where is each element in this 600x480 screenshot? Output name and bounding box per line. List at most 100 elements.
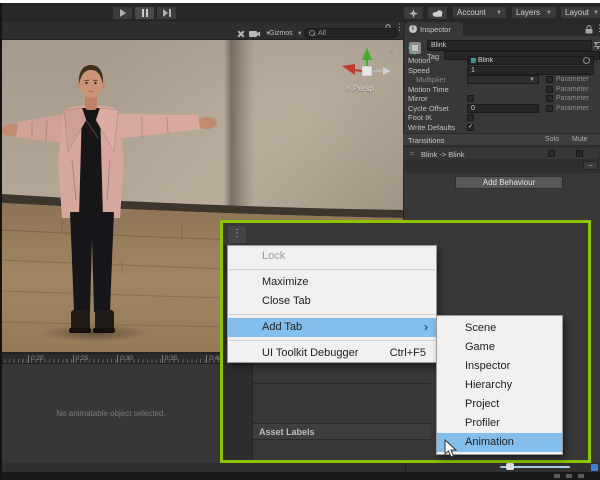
parameter-label: Parameter [556,105,589,112]
ruler-label: 0:30 [120,355,133,362]
state-name-field[interactable]: Blink [427,40,592,51]
multiplier-dropdown[interactable]: ▼ [467,75,539,84]
submenu-item-label: Game [465,341,495,353]
ruler-major-tick [117,355,119,363]
chevron-down-icon: ▼ [529,76,535,83]
menu-item-maximize[interactable]: Maximize [228,273,436,292]
menu-item-ui-toolkit-debugger[interactable]: UI Toolkit Debugger Ctrl+F5 [228,344,436,363]
status-icon[interactable] [554,474,560,478]
mirror-parameter-checkbox[interactable] [546,95,553,102]
cycle-offset-value: 0 [471,105,475,112]
submenu-item-label: Scene [465,322,497,334]
object-picker-icon[interactable] [583,57,590,64]
submenu-item-label: Profiler [465,417,500,429]
parameter-label: Parameter [556,95,589,102]
tab-inspector[interactable]: i Inspector [405,22,463,36]
layers-dropdown[interactable]: Layers ▼ [511,6,557,19]
inspector-row-write-defaults: Write Defaults ✓ [403,123,600,132]
menu-item-add-tab[interactable]: Add Tab › [228,318,436,337]
parameter-label: Parameter [556,76,589,83]
write-defaults-checkbox[interactable]: ✓ [467,124,474,131]
status-icon[interactable] [566,474,572,478]
animation-timeline-ruler[interactable]: 0:20 0:25 0:30 0:35 0:40 [0,352,222,364]
persp-label[interactable]: < Persp [346,84,374,93]
submenu-item-inspector[interactable]: Inspector [437,357,562,376]
info-icon: i [409,25,417,33]
chevron-down-icon: ▼ [546,9,552,16]
submenu-item-project[interactable]: Project [437,395,562,414]
menu-item-label: Maximize [262,276,309,288]
add-behaviour-label: Add Behaviour [482,178,536,187]
menu-item-lock: Lock [228,247,436,266]
menu-item-shortcut: Ctrl+F5 [389,347,426,359]
mute-column-label: Mute [572,136,588,143]
submenu-arrow-icon: › [424,320,428,334]
panel-kebab-menu-button[interactable]: ⋮ [228,226,246,243]
solo-column-label: Solo [545,136,560,143]
motion-field[interactable]: Blink [467,56,594,65]
character-model [2,65,217,333]
chevron-down-icon: ▼ [593,9,599,16]
submenu-item-label: Project [465,398,500,410]
play-button[interactable] [112,6,133,20]
transition-row[interactable]: = Blink -> Blink [404,148,599,159]
animation-clip-icon [471,58,476,63]
ruler-label: 0:20 [31,355,44,362]
row-label: Motion Time [408,85,449,94]
row-label: Mirror [408,94,428,103]
context-menu: Lock Maximize Close Tab Add Tab › UI Too… [227,245,437,363]
row-label: Multiplier [416,75,447,84]
transitions-list: = Blink -> Blink − [403,146,600,173]
gizmos-dropdown[interactable]: Gizmos ▼ [269,28,303,39]
lock-icon[interactable] [585,25,593,34]
menu-item-label: Lock [262,250,286,262]
menu-separator [229,269,435,270]
cycle-offset-parameter-checkbox[interactable] [546,105,553,112]
ruler-major-tick [161,355,163,363]
undo-history-button[interactable] [403,6,424,20]
menu-item-close-tab[interactable]: Close Tab [228,292,436,311]
account-dropdown[interactable]: Account ▼ [452,6,507,19]
status-icon[interactable] [578,474,584,478]
camera-icon[interactable] [249,30,260,38]
multiplier-parameter-checkbox[interactable] [546,76,553,83]
submenu-item-game[interactable]: Game [437,338,562,357]
mute-checkbox[interactable] [576,150,583,157]
submenu-item-scene[interactable]: Scene [437,319,562,338]
animation-panel: No animatable object selected. [0,364,222,463]
remove-transition-button[interactable]: − [583,161,598,170]
foot-ik-checkbox[interactable] [467,114,474,121]
scene-search-input[interactable]: All [304,28,398,38]
asset-labels-header[interactable]: Asset Labels [253,423,431,440]
pause-button[interactable] [134,6,155,20]
zoom-slider-thumb[interactable] [506,463,514,470]
submenu-item-hierarchy[interactable]: Hierarchy [437,376,562,395]
divider [405,463,406,472]
speed-field[interactable]: 1 [467,66,594,75]
parameter-label: Parameter [556,86,589,93]
submenu-item-profiler[interactable]: Profiler [437,414,562,433]
collab-badge-icon[interactable] [591,464,598,471]
motion-time-parameter-checkbox[interactable] [546,86,553,93]
row-label: Foot IK [408,113,433,122]
kebab-menu-icon[interactable]: ⋮ [595,23,600,34]
layout-dropdown[interactable]: Layout ▼ [560,6,600,19]
account-label: Account [457,8,486,17]
pause-icon [141,9,148,17]
row-label: Motion [408,56,431,65]
solo-checkbox[interactable] [548,150,555,157]
presets-icon[interactable] [594,41,600,50]
gizmos-label: Gizmos [269,30,293,37]
inspector-tabbar: i Inspector ⋮ [403,22,600,36]
animation-empty-message: No animatable object selected. [56,409,166,418]
mirror-checkbox[interactable] [467,95,474,102]
drag-handle-icon[interactable]: = [410,149,414,158]
add-behaviour-button[interactable]: Add Behaviour [455,176,563,189]
cloud-services-button[interactable] [427,6,448,20]
cycle-offset-field[interactable]: 0 [467,104,539,113]
tools-icon[interactable] [236,29,246,39]
inspector-tab-label: Inspector [420,24,451,34]
step-button[interactable] [156,6,177,20]
row-label: Speed [408,66,430,75]
motion-value: Blink [478,57,494,64]
